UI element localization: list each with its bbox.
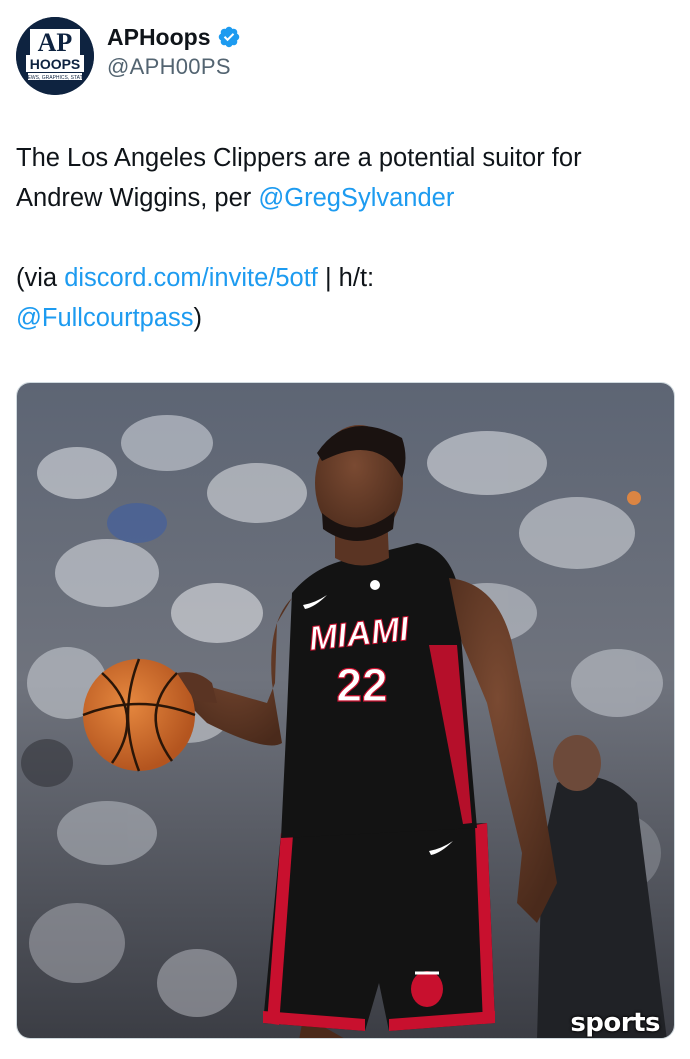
tweet-header: AP HOOPS NEWS, GRAPHICS, STATS APHoops @… — [16, 16, 241, 96]
tweet-media-photo[interactable]: MIAMI 22 sports — [16, 382, 675, 1039]
jersey-number: 22 — [336, 659, 387, 711]
tweet-paragraph-1: The Los Angeles Clippers are a potential… — [16, 138, 666, 218]
tweet-text: The Los Angeles Clippers are a potential… — [16, 138, 666, 338]
tweet-paragraph-2: (via discord.com/invite/5otf | h/t: @Ful… — [16, 258, 666, 338]
account-handle[interactable]: @APH00PS — [107, 53, 241, 81]
sponsor-logo-icon — [370, 580, 380, 590]
closing-paren: ) — [193, 304, 203, 332]
display-name[interactable]: APHoops — [107, 23, 211, 51]
mention-link-fullcourtpass[interactable]: @Fullcourtpass — [16, 304, 194, 332]
player-photo: MIAMI 22 — [17, 383, 674, 1038]
watermark: sports — [570, 1008, 660, 1038]
account-names: APHoops @APH00PS — [107, 23, 241, 81]
mention-link-gregsylvander[interactable]: @GregSylvander — [258, 184, 454, 212]
heat-logo-icon — [411, 971, 443, 1007]
avatar-logo-middle: HOOPS — [30, 56, 81, 72]
aphoops-logo: AP HOOPS NEWS, GRAPHICS, STATS — [16, 17, 94, 95]
verified-badge-icon — [218, 26, 239, 48]
avatar[interactable]: AP HOOPS NEWS, GRAPHICS, STATS — [16, 17, 94, 95]
basketball — [83, 659, 195, 771]
via-prefix: (via — [16, 264, 65, 292]
discord-invite-link[interactable]: discord.com/invite/5otf — [64, 264, 318, 292]
avatar-logo-bottom: NEWS, GRAPHICS, STATS — [24, 75, 87, 81]
hat-tip-separator: | h/t: — [317, 264, 375, 292]
avatar-logo-top: AP — [38, 28, 73, 57]
